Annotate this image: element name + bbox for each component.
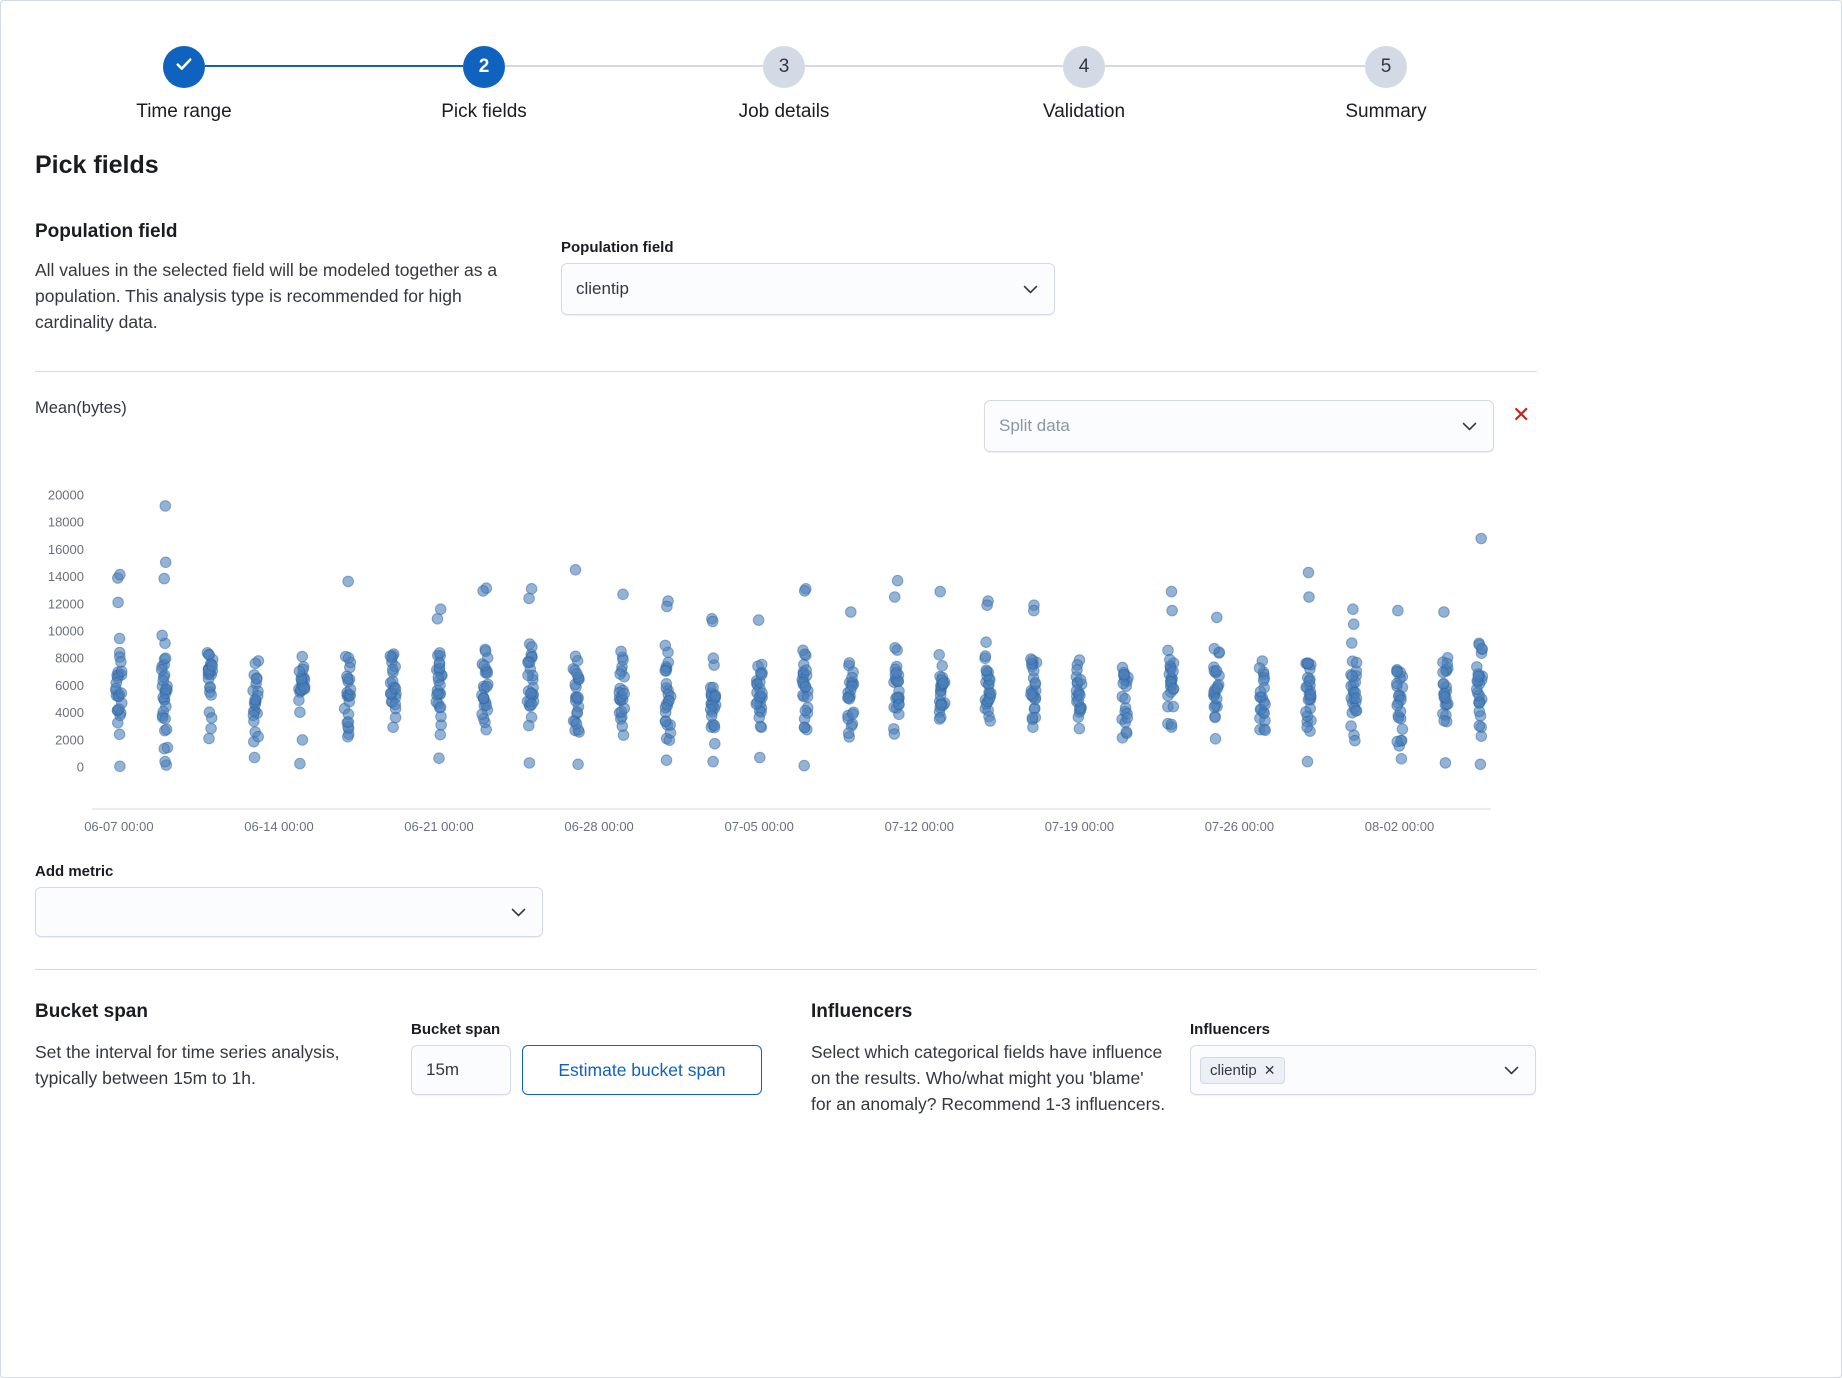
bucket-span-input[interactable] [411, 1045, 511, 1095]
svg-text:07-05 00:00: 07-05 00:00 [724, 819, 793, 834]
influencers-combobox[interactable]: clientip ✕ [1190, 1045, 1536, 1095]
chevron-down-icon [1460, 417, 1479, 436]
stepper-connector-2 [505, 65, 763, 67]
population-description: All values in the selected field will be… [35, 257, 540, 335]
step-time-range-label[interactable]: Time range [64, 101, 304, 123]
influencers-description: Select which categorical fields have inf… [811, 1039, 1166, 1117]
influencer-tag: clientip ✕ [1200, 1057, 1285, 1084]
check-icon [174, 54, 194, 80]
svg-text:16000: 16000 [48, 542, 84, 557]
split-data-select[interactable]: Split data [984, 400, 1494, 452]
influencer-tag-label: clientip [1210, 1062, 1257, 1079]
bucket-span-heading: Bucket span [35, 1001, 148, 1023]
section-divider [35, 371, 1537, 372]
add-metric-label: Add metric [35, 863, 113, 880]
chevron-down-icon [509, 903, 528, 922]
step-number: 5 [1381, 56, 1392, 78]
svg-text:20000: 20000 [48, 488, 84, 503]
influencers-field-label: Influencers [1190, 1021, 1270, 1038]
influencers-heading: Influencers [811, 1001, 912, 1023]
svg-text:4000: 4000 [55, 705, 84, 720]
svg-text:0: 0 [77, 760, 84, 775]
svg-text:8000: 8000 [55, 651, 84, 666]
population-field-value: clientip [576, 279, 1013, 299]
svg-text:06-28 00:00: 06-28 00:00 [564, 819, 633, 834]
step-number: 2 [479, 56, 490, 78]
population-field-select[interactable]: clientip [561, 263, 1055, 315]
section-divider [35, 969, 1537, 970]
svg-text:08-02 00:00: 08-02 00:00 [1365, 819, 1434, 834]
chevron-down-icon [1502, 1061, 1521, 1080]
estimate-bucket-span-button[interactable]: Estimate bucket span [522, 1045, 762, 1095]
add-metric-select[interactable] [35, 887, 543, 937]
svg-text:06-07 00:00: 06-07 00:00 [84, 819, 153, 834]
step-number: 4 [1079, 56, 1090, 78]
metric-title: Mean(bytes) [35, 399, 127, 418]
bucket-span-field-label: Bucket span [411, 1021, 500, 1038]
population-field-label: Population field [561, 239, 674, 256]
ml-job-wizard-page: Time range 2 Pick fields 3 Job details 4… [0, 0, 1842, 1378]
svg-text:07-12 00:00: 07-12 00:00 [885, 819, 954, 834]
bucket-span-description: Set the interval for time series analysi… [35, 1039, 380, 1091]
step-job-details-circle: 3 [763, 46, 805, 88]
step-validation-label: Validation [964, 101, 1204, 123]
metric-scatter-chart: 0 2000 4000 6000 8000 10000 12000 14000 16000 180… [31, 479, 1511, 843]
page-title: Pick fields [35, 151, 159, 180]
stepper-connector-1 [205, 65, 463, 67]
step-summary-circle: 5 [1365, 46, 1407, 88]
step-validation-circle: 4 [1063, 46, 1105, 88]
step-pick-fields-label[interactable]: Pick fields [364, 101, 604, 123]
step-time-range-circle[interactable] [163, 46, 205, 88]
svg-text:07-19 00:00: 07-19 00:00 [1045, 819, 1114, 834]
population-heading: Population field [35, 221, 178, 243]
step-number: 3 [779, 56, 790, 78]
svg-text:06-14 00:00: 06-14 00:00 [244, 819, 313, 834]
chevron-down-icon [1021, 280, 1040, 299]
stepper-connector-3 [805, 65, 1063, 67]
stepper-connector-4 [1105, 65, 1365, 67]
svg-text:18000: 18000 [48, 515, 84, 530]
svg-text:10000: 10000 [48, 624, 84, 639]
svg-text:12000: 12000 [48, 596, 84, 611]
step-pick-fields-circle[interactable]: 2 [463, 46, 505, 88]
svg-text:06-21 00:00: 06-21 00:00 [404, 819, 473, 834]
svg-text:2000: 2000 [55, 732, 84, 747]
svg-text:6000: 6000 [55, 678, 84, 693]
svg-text:07-26 00:00: 07-26 00:00 [1205, 819, 1274, 834]
step-summary-label: Summary [1266, 101, 1506, 123]
svg-text:14000: 14000 [48, 569, 84, 584]
remove-influencer-icon[interactable]: ✕ [1264, 1062, 1276, 1079]
split-data-placeholder: Split data [999, 416, 1452, 436]
step-job-details-label: Job details [664, 101, 904, 123]
remove-metric-icon[interactable]: ✕ [1512, 404, 1530, 426]
